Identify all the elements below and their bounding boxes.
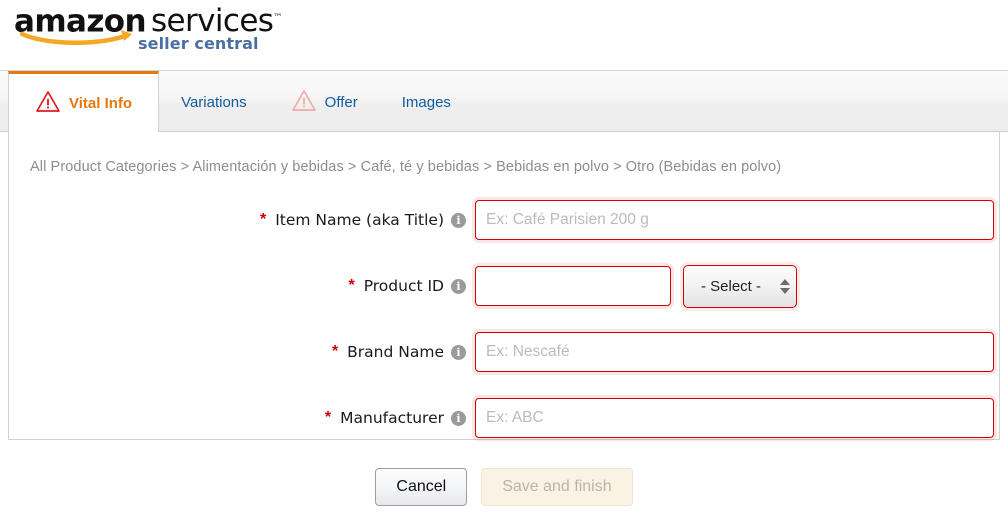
brand-name-input[interactable] [475,332,994,372]
product-id-type-select-value: - Select - [700,277,761,295]
required-marker: * [324,409,332,426]
save-and-finish-button[interactable]: Save and finish [481,468,633,506]
chevron-up-icon [780,278,790,285]
tab-list: Vital Info Variations Offer Images [8,71,473,133]
tab-variations[interactable]: Variations [159,71,269,133]
required-marker: * [331,343,339,360]
warning-triangle-icon [291,89,317,116]
logo-seller-central-text: seller central [138,34,259,53]
product-id-label: Product ID [363,277,444,295]
product-id-type-select[interactable]: - Select - [683,264,797,308]
brand-name-label: Brand Name [347,343,444,361]
info-icon[interactable]: i [451,278,466,294]
tab-offer-label: Offer [324,93,358,111]
info-icon[interactable]: i [451,344,466,360]
breadcrumb[interactable]: All Product Categories > Alimentación y … [30,159,781,175]
product-id-label-cell: * Product ID i [9,277,475,295]
item-name-label: Item Name (aka Title) [275,211,444,229]
form-row-item-name: * Item Name (aka Title) i [9,198,1001,242]
tab-vital-info[interactable]: Vital Info [8,71,160,133]
tab-images-label: Images [401,93,451,111]
tab-vital-info-label: Vital Info [69,94,133,112]
tab-images[interactable]: Images [380,71,473,133]
vital-info-form: * Item Name (aka Title) i * Product ID i… [9,198,1001,440]
brand-name-label-cell: * Brand Name i [9,343,475,361]
product-id-input[interactable] [475,266,671,306]
form-row-manufacturer: * Manufacturer i [9,396,1001,440]
amazon-smile-icon [20,29,142,46]
item-name-input[interactable] [475,200,994,240]
chevron-down-icon [780,287,790,294]
form-row-product-id: * Product ID i - Select - [9,264,1001,308]
info-icon[interactable]: i [451,212,466,228]
info-icon[interactable]: i [451,410,466,426]
cancel-button[interactable]: Cancel [375,468,468,506]
form-action-bar: Cancel Save and finish [0,468,1008,506]
manufacturer-label: Manufacturer [340,409,444,427]
amazon-services-logo: amazon services™ seller central [14,2,314,64]
form-row-brand-name: * Brand Name i [9,330,1001,374]
vital-info-panel: All Product Categories > Alimentación y … [8,132,1000,440]
required-marker: * [259,211,267,228]
manufacturer-input[interactable] [475,398,994,438]
item-name-label-cell: * Item Name (aka Title) i [9,211,475,229]
product-id-field-cell: - Select - [475,264,797,308]
brand-name-field-cell [475,332,994,372]
tab-bar: Vital Info Variations Offer Images [0,70,1008,133]
manufacturer-field-cell [475,398,994,438]
manufacturer-label-cell: * Manufacturer i [9,409,475,427]
tab-variations-label: Variations [181,93,247,111]
item-name-field-cell [475,200,994,240]
logo-trademark: ™ [273,13,282,23]
tab-offer[interactable]: Offer [269,71,380,133]
required-marker: * [348,277,355,294]
chevron-updown-icon [774,278,796,294]
warning-triangle-icon [35,90,61,117]
